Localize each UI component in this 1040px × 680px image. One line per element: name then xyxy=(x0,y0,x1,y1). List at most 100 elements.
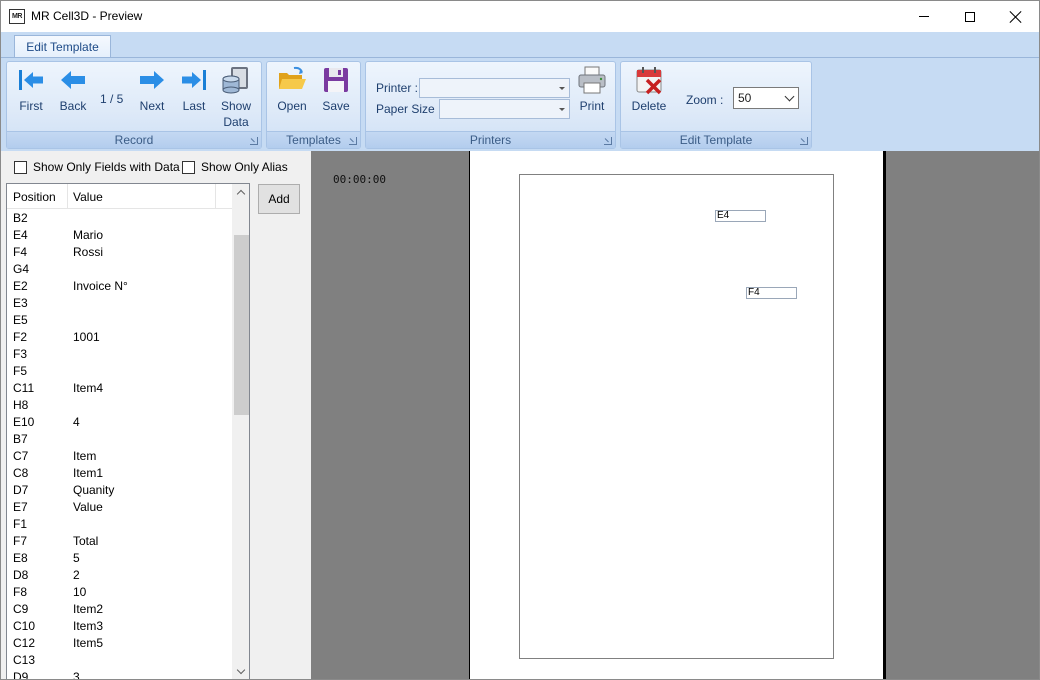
last-arrow-icon xyxy=(182,70,206,90)
record-group-label: Record xyxy=(7,131,261,148)
table-row[interactable]: C11 Item4 xyxy=(7,380,235,397)
title-bar: MR MR Cell3D - Preview xyxy=(1,1,1039,32)
delete-calendar-icon xyxy=(636,67,662,95)
scroll-down-icon[interactable] xyxy=(233,663,249,679)
table-row[interactable]: E2 Invoice N° xyxy=(7,278,235,295)
back-button[interactable]: Back xyxy=(55,64,91,114)
table-row[interactable]: F4 Rossi xyxy=(7,244,235,261)
template-cell-e4[interactable]: E4 xyxy=(715,210,766,222)
cell-position: F8 xyxy=(13,585,28,599)
zoom-value: 50 xyxy=(738,91,752,105)
column-divider[interactable] xyxy=(67,184,68,208)
table-row[interactable]: F7 Total xyxy=(7,533,235,550)
open-label: Open xyxy=(277,99,307,113)
cell-position: G4 xyxy=(13,262,30,276)
cell-position: E4 xyxy=(13,228,28,242)
next-label: Next xyxy=(139,99,165,113)
add-button[interactable]: Add xyxy=(258,184,300,214)
cell-position: D7 xyxy=(13,483,29,497)
printable-area: E4 F4 xyxy=(519,174,834,659)
next-button[interactable]: Next xyxy=(134,64,170,114)
column-header-value[interactable]: Value xyxy=(73,190,103,204)
template-cell-f4[interactable]: F4 xyxy=(746,287,797,299)
checkbox-box[interactable] xyxy=(182,160,195,174)
table-row[interactable]: C13 xyxy=(7,652,235,669)
table-row[interactable]: E8 5 xyxy=(7,550,235,567)
show-only-alias-checkbox[interactable]: Show Only Alias xyxy=(182,160,288,174)
cell-value: 1001 xyxy=(73,330,100,344)
first-button[interactable]: First xyxy=(13,64,49,114)
table-row[interactable]: F2 1001 xyxy=(7,329,235,346)
cell-position: F5 xyxy=(13,364,28,378)
edit-template-launcher-icon[interactable] xyxy=(800,137,808,145)
paper-size-combo[interactable] xyxy=(439,99,570,119)
next-arrow-icon xyxy=(140,71,164,89)
record-launcher-icon[interactable] xyxy=(250,137,258,145)
database-icon xyxy=(222,67,248,94)
show-data-button[interactable]: Show Data xyxy=(217,64,255,130)
close-button[interactable] xyxy=(993,1,1039,32)
zoom-select[interactable]: 50 xyxy=(733,87,799,109)
table-row[interactable]: E7 Value xyxy=(7,499,235,516)
cell-value: Quanity xyxy=(73,483,115,497)
minimize-button[interactable] xyxy=(901,1,947,32)
table-row[interactable]: F3 xyxy=(7,346,235,363)
cell-value: Total xyxy=(73,534,99,548)
templates-launcher-icon[interactable] xyxy=(349,137,357,145)
table-row[interactable]: E3 xyxy=(7,295,235,312)
table-row[interactable]: C7 Item xyxy=(7,448,235,465)
cell-value: Value xyxy=(73,500,103,514)
scroll-thumb[interactable] xyxy=(234,235,249,415)
preview-area[interactable]: 00:00:00 E4 F4 xyxy=(311,151,1039,679)
cell-position: E5 xyxy=(13,313,28,327)
show-only-fields-with-data-checkbox[interactable]: Show Only Fields with Data xyxy=(14,160,180,174)
table-row[interactable]: C12 Item5 xyxy=(7,635,235,652)
table-row[interactable]: E5 xyxy=(7,312,235,329)
table-row[interactable]: G4 xyxy=(7,261,235,278)
table-row[interactable]: F8 10 xyxy=(7,584,235,601)
printers-launcher-icon[interactable] xyxy=(604,137,612,145)
table-row[interactable]: H8 xyxy=(7,397,235,414)
scroll-up-icon[interactable] xyxy=(233,184,249,201)
table-row[interactable]: D9 3 xyxy=(7,669,235,679)
checkbox-box[interactable] xyxy=(14,160,27,174)
vertical-scrollbar[interactable] xyxy=(232,184,249,679)
table-row[interactable]: E10 4 xyxy=(7,414,235,431)
table-row[interactable]: F5 xyxy=(7,363,235,380)
save-button[interactable]: Save xyxy=(317,64,355,114)
cell-position: H8 xyxy=(13,398,29,412)
tab-edit-template[interactable]: Edit Template xyxy=(14,35,111,59)
cell-value: Item xyxy=(73,449,97,463)
table-row[interactable]: E4 Mario xyxy=(7,227,235,244)
table-row[interactable]: C8 Item1 xyxy=(7,465,235,482)
cell-position: E7 xyxy=(13,500,28,514)
column-divider[interactable] xyxy=(215,184,216,208)
edit-template-group-title: Edit Template xyxy=(679,133,753,147)
templates-group-title: Templates xyxy=(286,133,341,147)
table-row[interactable]: D8 2 xyxy=(7,567,235,584)
table-row[interactable]: C9 Item2 xyxy=(7,601,235,618)
table-row[interactable]: C10 Item3 xyxy=(7,618,235,635)
delete-button[interactable]: Delete xyxy=(629,64,669,114)
back-label: Back xyxy=(59,99,87,113)
app-icon: MR xyxy=(9,9,25,24)
table-row[interactable]: D7 Quanity xyxy=(7,482,235,499)
last-button[interactable]: Last xyxy=(176,64,212,114)
cell-position: F3 xyxy=(13,347,28,361)
maximize-button[interactable] xyxy=(947,1,993,32)
column-header-position[interactable]: Position xyxy=(13,190,56,204)
printer-dropdown-icon xyxy=(559,87,565,90)
table-row[interactable]: B2 xyxy=(7,210,235,227)
printer-combo[interactable] xyxy=(419,78,570,98)
open-button[interactable]: Open xyxy=(274,64,310,114)
print-button[interactable]: Print xyxy=(574,64,610,114)
save-label: Save xyxy=(322,99,350,113)
show-only-fields-with-data-label: Show Only Fields with Data xyxy=(33,160,180,174)
table-row[interactable]: F1 xyxy=(7,516,235,533)
cell-position: F7 xyxy=(13,534,28,548)
first-arrow-icon xyxy=(19,70,43,90)
fields-grid[interactable]: Position Value B2 E4 Mario F4 Rossi G4 E2 Invoi… xyxy=(6,183,250,679)
table-row[interactable]: B7 xyxy=(7,431,235,448)
cell-value: Item1 xyxy=(73,466,104,480)
close-icon xyxy=(1010,11,1022,23)
